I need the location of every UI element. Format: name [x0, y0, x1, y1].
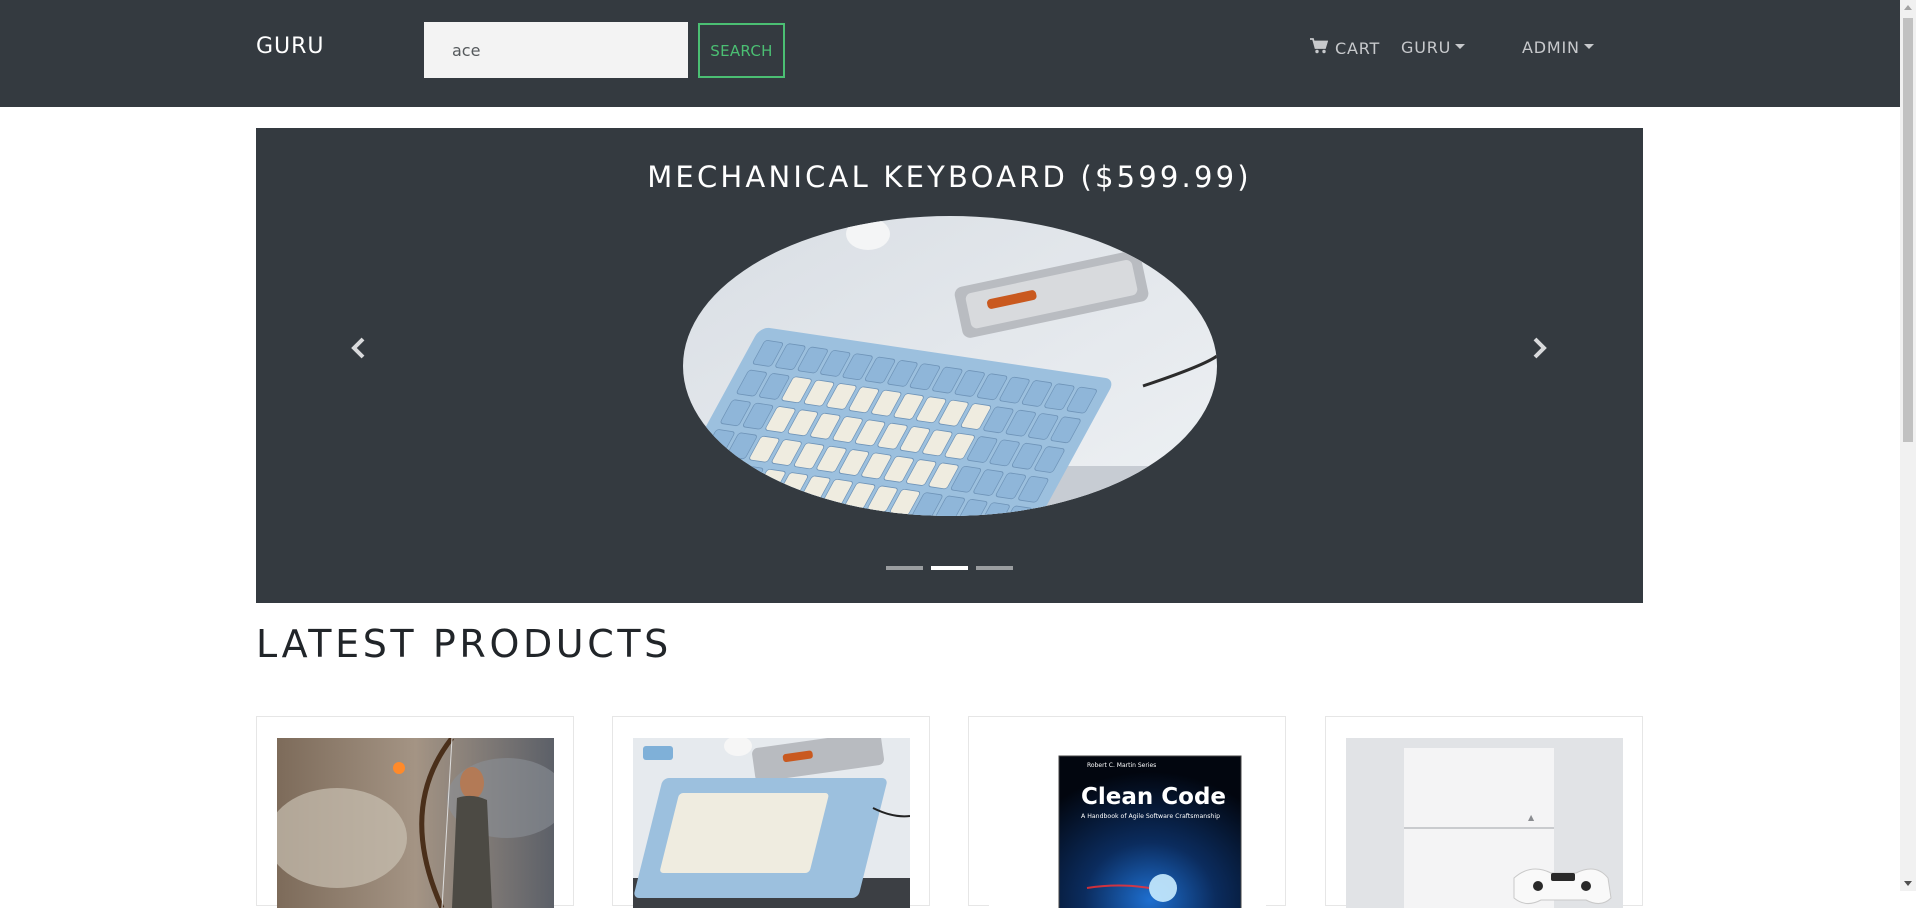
scroll-thumb[interactable] — [1903, 18, 1913, 442]
scroll-down-arrow-icon[interactable] — [1904, 881, 1912, 886]
carousel-indicator-2[interactable] — [931, 566, 968, 570]
book-series-text: Robert C. Martin Series — [1087, 762, 1156, 769]
carousel-indicator-1[interactable] — [886, 566, 923, 570]
product-image-clean-code-book[interactable]: Robert C. Martin Series Clean Code A Han… — [989, 738, 1266, 908]
carousel-indicators — [886, 566, 1013, 570]
carousel-slide-image[interactable] — [683, 216, 1217, 516]
shopping-cart-icon — [1310, 38, 1329, 58]
search-input[interactable] — [424, 22, 688, 78]
brand-logo[interactable]: GURU — [256, 34, 325, 59]
top-navbar: GURU SEARCH CART GURU ADMIN — [0, 0, 1900, 107]
product-image-mechanical-keyboard[interactable] — [633, 738, 910, 908]
product-card[interactable] — [612, 716, 930, 908]
search-button[interactable]: SEARCH — [698, 23, 785, 78]
cart-label: CART — [1335, 38, 1381, 58]
carousel-indicator-3[interactable] — [976, 566, 1013, 570]
product-card[interactable]: Robert C. Martin Series Clean Code A Han… — [968, 716, 1286, 908]
carousel-next-button[interactable] — [1524, 333, 1554, 363]
product-image-archer-game[interactable] — [277, 738, 554, 908]
carousel-caption[interactable]: MECHANICAL KEYBOARD ($599.99) — [256, 160, 1643, 194]
product-card[interactable] — [256, 716, 574, 908]
user-dropdown[interactable]: GURU — [1401, 38, 1466, 57]
product-image-game-console[interactable]: ▲ — [1346, 738, 1623, 908]
scroll-up-arrow-icon[interactable] — [1904, 5, 1912, 10]
carousel-prev-button[interactable] — [344, 333, 374, 363]
caret-down-icon — [1455, 44, 1466, 49]
user-dropdown-label: GURU — [1401, 38, 1452, 57]
caret-down-icon — [1583, 44, 1594, 49]
admin-dropdown-label: ADMIN — [1522, 38, 1580, 57]
keycap — [733, 465, 764, 493]
admin-dropdown[interactable]: ADMIN — [1522, 38, 1594, 57]
chevron-left-icon — [351, 337, 365, 359]
keycap — [710, 462, 741, 489]
book-subtitle-text: A Handbook of Agile Software Craftsmansh… — [1081, 813, 1220, 820]
product-carousel: MECHANICAL KEYBOARD ($599.99) — [256, 128, 1643, 603]
chevron-right-icon — [1533, 337, 1547, 359]
product-card[interactable]: ▲ — [1325, 716, 1643, 908]
svg-text:▲: ▲ — [1528, 813, 1535, 822]
page-scrollbar[interactable] — [1900, 0, 1916, 891]
book-title-text: Clean Code — [1081, 784, 1226, 810]
latest-products-heading: LATEST PRODUCTS — [256, 622, 672, 666]
keycap — [688, 458, 719, 486]
cart-link[interactable]: CART — [1310, 38, 1380, 58]
